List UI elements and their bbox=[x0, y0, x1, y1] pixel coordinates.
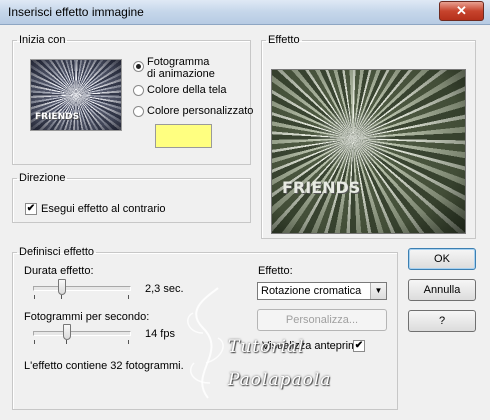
help-label: ? bbox=[438, 315, 446, 327]
watermark-line-1: Tutorial bbox=[228, 337, 305, 357]
start-frame-thumbnail: FRIENDS bbox=[30, 59, 122, 131]
close-icon: ✕ bbox=[456, 3, 467, 18]
radio-canvas-color-label: Colore della tela bbox=[147, 84, 227, 96]
fps-tick bbox=[34, 340, 35, 344]
effect-legend: Effetto bbox=[268, 34, 300, 46]
reverse-effect-checkbox[interactable]: ✔ bbox=[25, 203, 37, 215]
check-icon: ✔ bbox=[26, 203, 36, 214]
fps-slider-track[interactable] bbox=[33, 331, 131, 336]
reverse-effect-label: Esegui effetto al contrario bbox=[41, 203, 166, 215]
window-title: Inserisci effetto immagine bbox=[8, 5, 144, 19]
effect-type-value: Rotazione cromatica bbox=[261, 285, 362, 297]
custom-color-swatch[interactable] bbox=[155, 124, 212, 148]
dialog-body: Inizia con FRIENDS Fotogramma di animazi… bbox=[0, 25, 490, 420]
fps-tick bbox=[128, 340, 129, 344]
duration-label: Durata effetto: bbox=[24, 265, 94, 277]
check-icon: ✔ bbox=[354, 340, 364, 351]
effect-type-label: Effetto: bbox=[258, 265, 293, 277]
direction-legend: Direzione bbox=[19, 172, 66, 184]
define-effect-legend: Definisci effetto bbox=[19, 246, 95, 258]
effect-type-select[interactable]: Rotazione cromatica ▼ bbox=[257, 282, 387, 300]
duration-tick bbox=[61, 295, 62, 299]
help-button[interactable]: ? bbox=[408, 310, 476, 332]
cancel-button[interactable]: Annulla bbox=[408, 279, 476, 301]
duration-slider-thumb[interactable] bbox=[58, 279, 66, 295]
duration-tick bbox=[128, 295, 129, 299]
customize-button[interactable]: Personalizza... bbox=[257, 309, 387, 331]
title-bar: Inserisci effetto immagine ✕ bbox=[0, 0, 490, 25]
watermark-line-2: Paolapaola bbox=[228, 370, 332, 390]
start-with-legend: Inizia con bbox=[19, 34, 66, 46]
chevron-down-icon: ▼ bbox=[370, 283, 386, 299]
customize-label: Personalizza... bbox=[285, 314, 359, 326]
fps-label: Fotogrammi per secondo: bbox=[24, 311, 150, 323]
fps-slider-thumb[interactable] bbox=[63, 324, 71, 340]
ok-label: OK bbox=[434, 253, 450, 265]
preview-checkbox[interactable]: ✔ bbox=[353, 340, 365, 352]
duration-tick bbox=[34, 295, 35, 299]
radio-animation-frame-label-2: di animazione bbox=[147, 68, 215, 80]
ok-button[interactable]: OK bbox=[408, 248, 476, 270]
cancel-label: Annulla bbox=[423, 284, 461, 296]
frame-count-text: L'effetto contiene 32 fotogrammi. bbox=[24, 360, 184, 372]
fps-tick bbox=[66, 340, 67, 344]
preview-text: FRIENDS bbox=[282, 178, 361, 197]
direction-group: Direzione bbox=[12, 172, 251, 223]
radio-animation-frame[interactable] bbox=[133, 61, 144, 72]
thumbnail-text: FRIENDS bbox=[35, 112, 80, 122]
radio-animation-frame-label-1: Fotogramma bbox=[147, 56, 210, 68]
duration-slider-track[interactable] bbox=[33, 286, 131, 291]
close-button[interactable]: ✕ bbox=[439, 1, 484, 21]
radio-custom-color[interactable] bbox=[133, 106, 144, 117]
effect-preview-image: FRIENDS bbox=[271, 69, 466, 234]
radio-custom-color-label: Colore personalizzato bbox=[147, 105, 254, 117]
radio-canvas-color[interactable] bbox=[133, 85, 144, 96]
